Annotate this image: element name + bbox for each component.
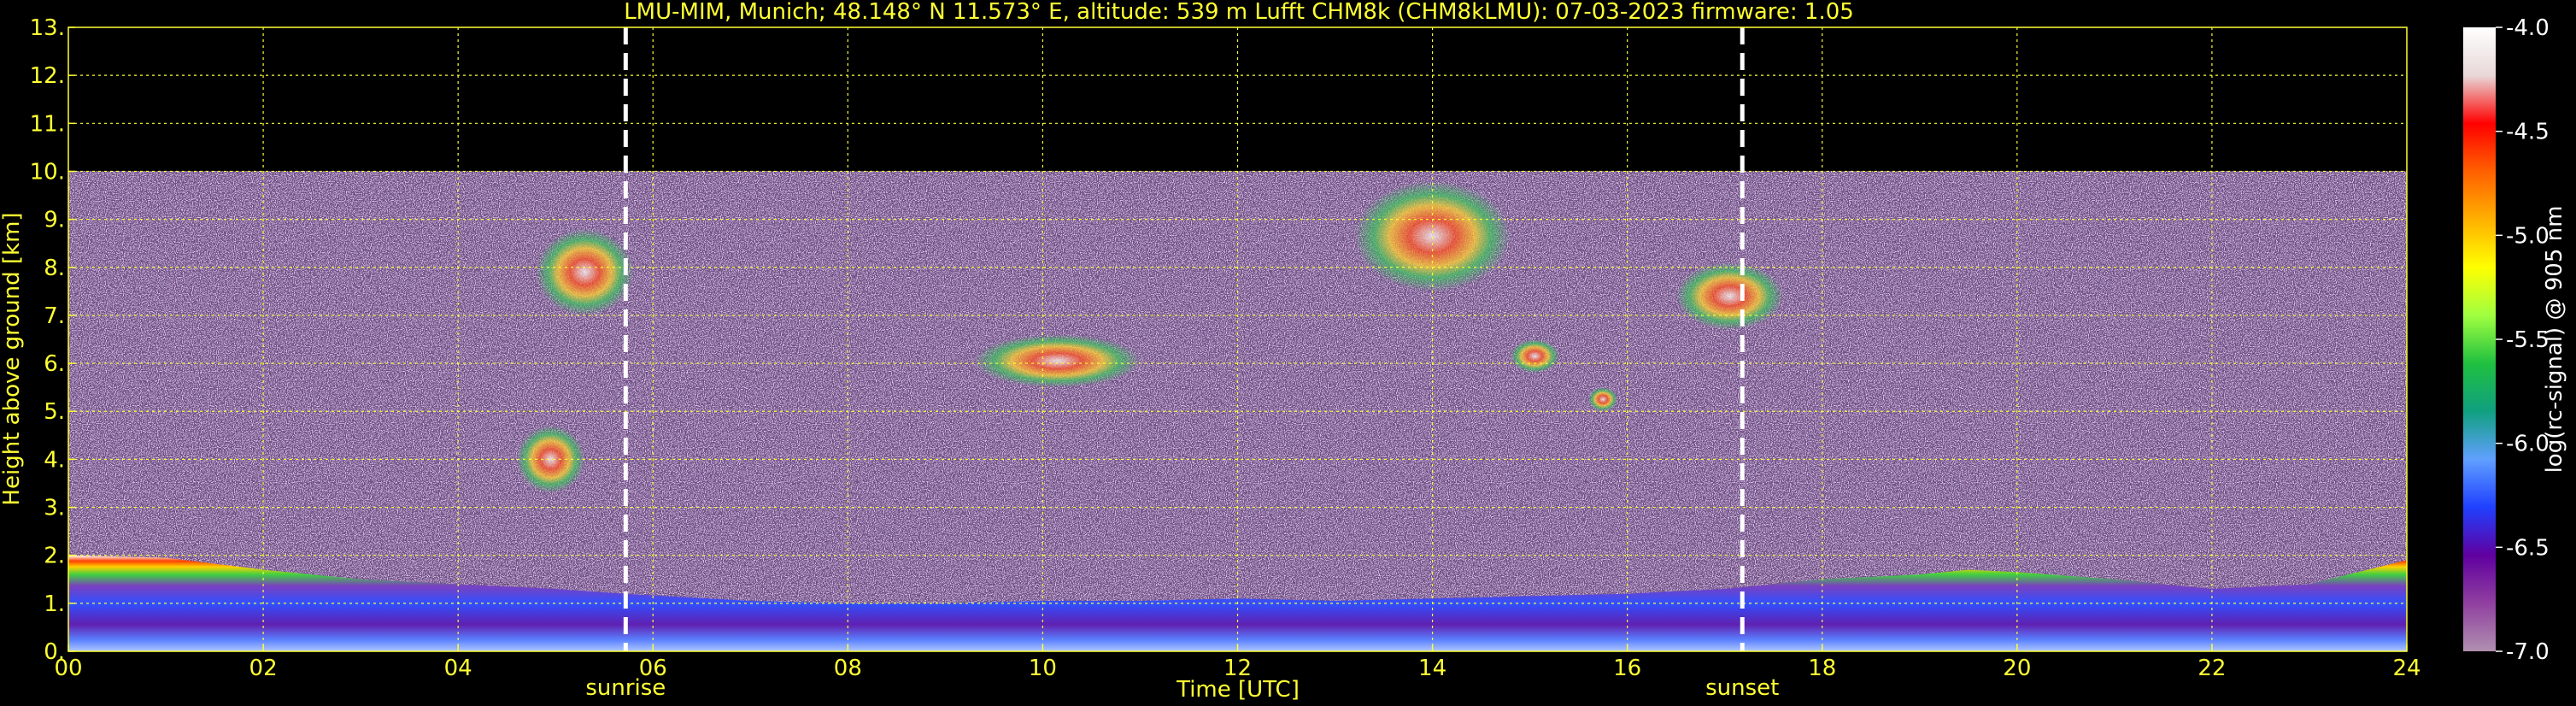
x-tick-label: 08 [834,656,862,681]
x-tick-label: 14 [1418,656,1446,681]
cloud-patch [974,334,1141,388]
cloud-patch [1588,387,1618,412]
chart-title: LMU-MIM, Munich; 48.148° N 11.573° E, al… [624,0,1854,25]
x-tick-label: 18 [1808,656,1836,681]
y-tick-label: 5. [44,399,65,425]
y-tick-label: 9. [44,208,65,233]
y-tick-label: 8. [44,256,65,281]
y-tick-label: 6. [44,351,65,377]
cloud-patch [1510,339,1559,374]
x-tick-label: 04 [444,656,472,681]
x-tick-label: 02 [249,656,278,681]
y-tick-label: 7. [44,303,65,329]
event-label-sunset: sunset [1705,675,1779,701]
cloud-patch [536,228,634,315]
y-tick-label: 4. [44,447,65,473]
y-tick-label: 13. [30,15,65,41]
x-tick-label: 16 [1613,656,1641,681]
y-tick-label: 11. [30,111,65,137]
cloud-patch [1675,262,1784,330]
x-tick-label: 06 [639,656,667,681]
x-tick-label: 20 [2003,656,2031,681]
x-axis-label: Time [UTC] [1176,677,1300,703]
x-tick-label: 24 [2392,656,2421,681]
y-tick-label: 3. [44,496,65,521]
ceilometer-chart: sunrise sunset 00 02 04 06 08 10 12 14 16 18 20 22 24… [0,0,2576,706]
y-axis-label: Height above ground [km] [0,212,25,505]
y-tick-label: 0. [44,639,65,665]
y-tick-label: 2. [44,544,65,569]
x-tick-label: 22 [2198,656,2226,681]
colorbar-tick-label: -7.0 [2506,639,2550,665]
colorbar-tick-label: -4.0 [2506,15,2550,41]
y-tick-label: 1. [44,591,65,617]
x-tick-label: 10 [1029,656,1057,681]
y-tick-label: 10. [30,159,65,185]
colorbar-label: log(rc-signal) @ 905 nm [2542,206,2567,474]
cloud-patch [516,426,585,493]
y-tick-label: 12. [30,63,65,89]
colorbar-tick-label: -6.5 [2506,535,2550,561]
colorbar-scale [2463,27,2496,651]
colorbar-tick-label: -4.5 [2506,120,2550,145]
